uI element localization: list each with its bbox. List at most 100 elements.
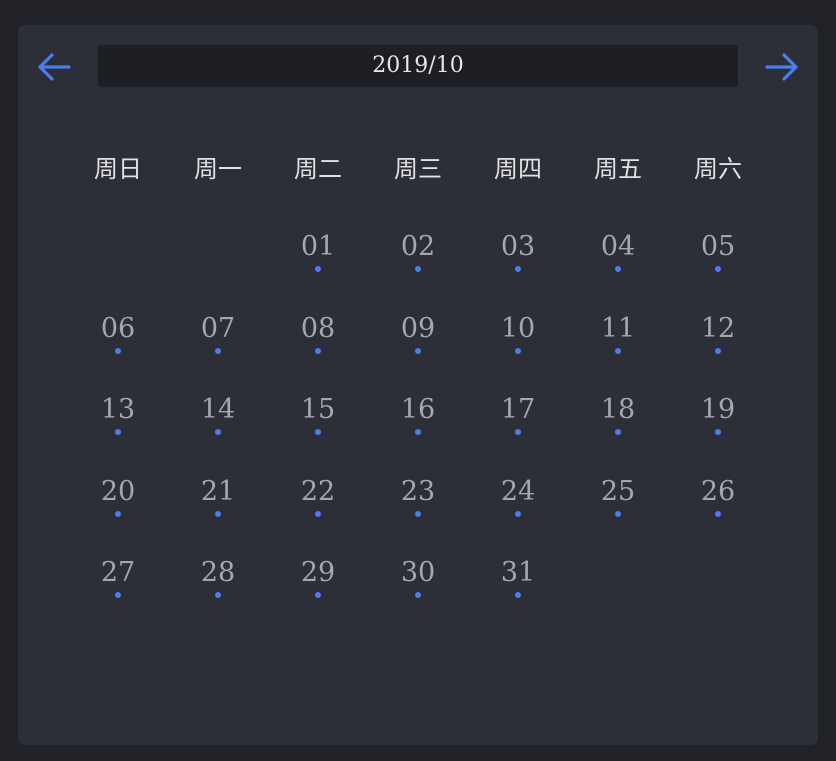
day-indicator-dot [415, 429, 421, 435]
day-indicator-dot [615, 266, 621, 272]
arrow-right-icon [765, 53, 798, 81]
day-indicator-dot [215, 429, 221, 435]
day-number: 31 [500, 557, 536, 588]
day-cell[interactable]: 12 [668, 307, 768, 389]
day-indicator-dot [315, 429, 321, 435]
day-cell[interactable]: 16 [368, 388, 468, 470]
day-cell[interactable]: 10 [468, 307, 568, 389]
day-indicator-dot [715, 347, 721, 354]
day-number: 30 [400, 557, 436, 588]
day-cell[interactable]: 17 [468, 388, 568, 470]
day-indicator-dot [615, 429, 621, 435]
day-number: 09 [400, 312, 436, 344]
day-number: 16 [400, 394, 436, 425]
prev-month-button[interactable] [36, 51, 72, 83]
day-number: 04 [600, 231, 636, 262]
day-number: 23 [400, 475, 436, 507]
day-indicator-dot [115, 429, 121, 435]
day-number: 28 [200, 557, 236, 588]
day-number: 05 [700, 231, 736, 262]
day-cell[interactable]: 03 [468, 225, 568, 307]
day-cell[interactable]: 11 [568, 307, 668, 389]
day-cell[interactable]: 09 [368, 307, 468, 389]
day-indicator-dot [515, 347, 521, 354]
day-indicator-dot [315, 592, 321, 598]
day-number: 17 [500, 394, 536, 425]
day-indicator-dot [515, 510, 521, 517]
day-cell[interactable]: 24 [468, 470, 568, 552]
day-cell[interactable]: 20 [68, 470, 168, 552]
day-indicator-dot [315, 266, 321, 272]
day-number: 25 [600, 475, 636, 507]
day-indicator-dot [615, 510, 621, 517]
day-number: 02 [400, 231, 436, 262]
weekday-label: 周二 [294, 155, 342, 183]
day-cell[interactable]: 04 [568, 225, 668, 307]
day-indicator-dot [115, 592, 121, 598]
day-cell[interactable]: 27 [68, 551, 168, 633]
day-cell[interactable]: 26 [668, 470, 768, 552]
day-number: 07 [200, 312, 236, 344]
day-cell[interactable]: 06 [68, 307, 168, 389]
weekday-label: 周五 [594, 155, 642, 183]
day-number: 15 [300, 394, 336, 425]
day-cell[interactable]: 29 [268, 551, 368, 633]
day-cell[interactable]: 13 [68, 388, 168, 470]
weekday-label: 周四 [494, 155, 542, 183]
day-cell[interactable]: 08 [268, 307, 368, 389]
day-indicator-dot [415, 592, 421, 598]
day-cell[interactable]: 15 [268, 388, 368, 470]
day-number: 11 [600, 312, 636, 344]
day-number: 03 [500, 231, 536, 262]
day-cell[interactable]: 01 [268, 225, 368, 307]
weekday-label: 周日 [94, 155, 142, 183]
weekday-label: 周三 [394, 155, 442, 183]
day-cell[interactable]: 18 [568, 388, 668, 470]
day-number: 01 [300, 231, 336, 262]
day-cell[interactable]: 07 [168, 307, 268, 389]
day-cell[interactable]: 21 [168, 470, 268, 552]
empty-day-cell [68, 225, 168, 307]
month-label: 2019/10 [372, 53, 464, 78]
month-display[interactable]: 2019/10 [98, 45, 738, 87]
day-indicator-dot [515, 592, 521, 598]
day-number: 22 [300, 475, 336, 507]
weekday-header: 周日 周一 周二 周三 周四 周五 周六 [68, 149, 768, 189]
day-cell[interactable]: 19 [668, 388, 768, 470]
day-number: 08 [300, 312, 336, 344]
day-indicator-dot [215, 592, 221, 598]
day-number: 10 [500, 312, 536, 344]
weekday-label: 周一 [194, 155, 242, 183]
arrow-left-icon [38, 53, 71, 81]
day-indicator-dot [415, 266, 421, 272]
next-month-button[interactable] [764, 51, 800, 83]
day-cell[interactable]: 28 [168, 551, 268, 633]
day-number: 13 [100, 394, 136, 425]
day-cell[interactable]: 25 [568, 470, 668, 552]
day-cell[interactable]: 02 [368, 225, 468, 307]
day-number: 21 [200, 475, 236, 507]
day-number: 24 [500, 475, 536, 507]
day-cell[interactable]: 22 [268, 470, 368, 552]
day-number: 20 [100, 475, 136, 507]
day-number: 19 [700, 394, 736, 425]
day-number: 29 [300, 557, 336, 588]
day-indicator-dot [215, 510, 221, 517]
day-indicator-dot [515, 266, 521, 272]
day-cell[interactable]: 23 [368, 470, 468, 552]
day-cell[interactable]: 30 [368, 551, 468, 633]
day-indicator-dot [715, 429, 721, 435]
day-grid: 01 02 03 04 05 06 07 08 09 10 11 12 13 14 15 16 17 18 19 20… [68, 225, 768, 633]
day-number: 18 [600, 394, 636, 425]
day-indicator-dot [515, 429, 521, 435]
day-indicator-dot [315, 347, 321, 354]
weekday-label: 周六 [694, 155, 742, 183]
day-cell[interactable]: 05 [668, 225, 768, 307]
day-indicator-dot [715, 266, 721, 272]
day-indicator-dot [315, 510, 321, 517]
day-indicator-dot [115, 510, 121, 517]
day-number: 14 [200, 394, 236, 425]
day-indicator-dot [415, 510, 421, 517]
day-cell[interactable]: 14 [168, 388, 268, 470]
day-cell[interactable]: 31 [468, 551, 568, 633]
